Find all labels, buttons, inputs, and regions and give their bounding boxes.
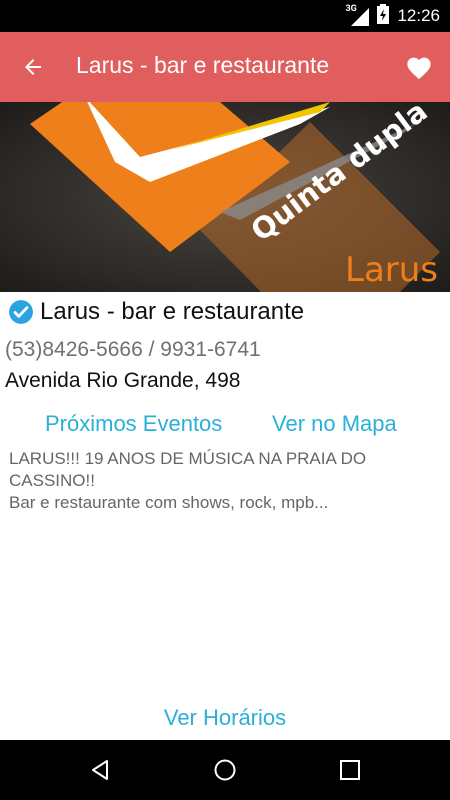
network-type-label: 3G — [345, 4, 357, 14]
battery-icon — [377, 4, 390, 28]
triangle-back-icon — [92, 760, 108, 780]
nav-home-button[interactable] — [201, 750, 249, 790]
venue-phones[interactable]: (53)8426-5666 / 9931-6741 — [5, 338, 261, 362]
venue-name: Larus - bar e restaurante — [40, 298, 305, 325]
clock: 12:26 — [397, 6, 440, 25]
app-bar: Larus - bar e restaurante — [0, 32, 450, 102]
app-title: Larus - bar e restaurante — [76, 52, 330, 78]
view-on-map-link[interactable]: Ver no Mapa — [272, 411, 397, 437]
venue-banner-image: Quinta dupla Larus — [0, 102, 450, 292]
description-line: CASSINO!! — [9, 471, 95, 490]
venue-title-row: Larus - bar e restaurante — [8, 296, 304, 328]
square-recents-icon — [340, 760, 360, 780]
verified-check-icon — [9, 300, 33, 324]
description-line: Bar e restaurante com shows, rock, mpb..… — [9, 493, 329, 512]
nav-recents-button[interactable] — [326, 750, 374, 790]
status-bar: 3G 12:26 — [0, 0, 450, 32]
back-button[interactable] — [14, 49, 52, 85]
heart-icon — [407, 57, 431, 80]
venue-description: LARUS!!! 19 ANOS DE MÚSICA NA PRAIA DO C… — [9, 448, 429, 514]
venue-address: Avenida Rio Grande, 498 — [5, 369, 241, 392]
banner-brand-text: Larus — [345, 250, 439, 290]
view-hours-link[interactable]: Ver Horários — [0, 705, 450, 731]
upcoming-events-link[interactable]: Próximos Eventos — [45, 411, 222, 437]
arrow-back-icon — [25, 59, 41, 75]
system-nav-bar — [0, 740, 450, 800]
nav-back-button[interactable] — [76, 750, 124, 790]
signal-3g-icon: 3G — [345, 4, 370, 26]
status-icons: 3G 12:26 — [345, 0, 440, 32]
description-line: LARUS!!! 19 ANOS DE MÚSICA NA PRAIA DO — [9, 449, 367, 468]
circle-home-icon — [214, 759, 236, 781]
favorite-button[interactable] — [400, 49, 438, 85]
